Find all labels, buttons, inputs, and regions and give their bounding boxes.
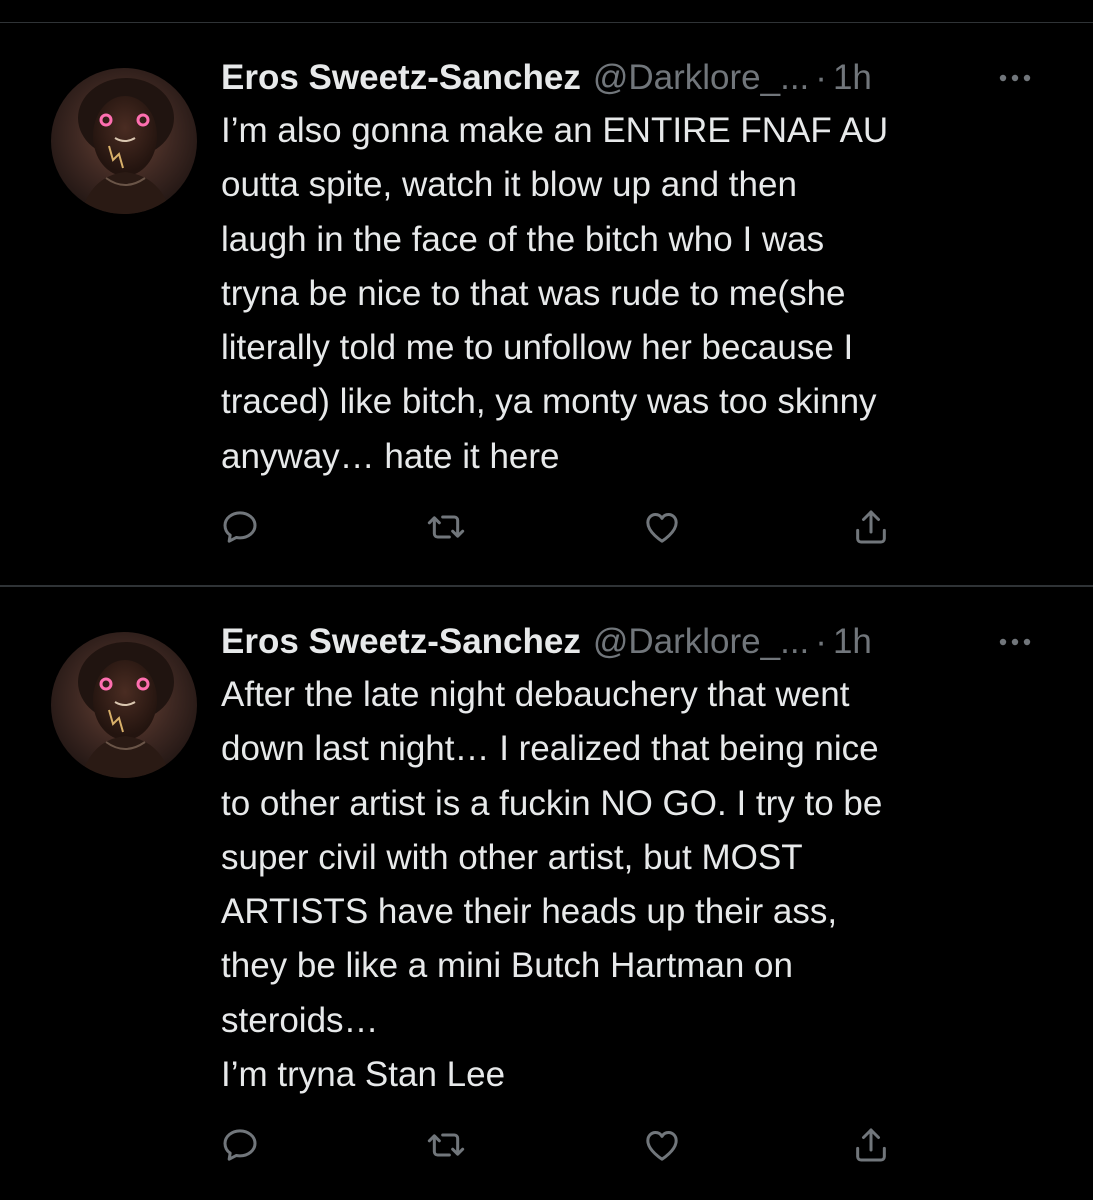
tweet[interactable]: Eros Sweetz-Sanchez @Darklore_... · 1h I… (0, 23, 1093, 585)
timestamp[interactable]: 1h (833, 620, 872, 664)
separator-dot: · (815, 622, 827, 661)
reply-icon[interactable] (217, 1122, 263, 1168)
tweet-text-line: steroids… (221, 1000, 379, 1040)
tweet-text-line: outta spite, watch it blow up and then (221, 165, 797, 205)
tweet-text-line: tryna be nice to that was rude to me(she (221, 273, 846, 313)
tweet[interactable]: Eros Sweetz-Sanchez @Darklore_... · 1h A… (0, 587, 1093, 1200)
tweet-text: I’m also gonna make an ENTIRE FNAF AU ou… (221, 104, 1051, 484)
reply-icon[interactable] (217, 504, 263, 550)
more-dots-icon[interactable] (995, 56, 1035, 100)
tweet-actions (221, 1122, 921, 1168)
share-icon[interactable] (848, 504, 894, 550)
tweet-text-line: I’m tryna Stan Lee (221, 1055, 506, 1095)
retweet-icon[interactable] (423, 504, 469, 550)
tweet-text-line: I’m also gonna make an ENTIRE FNAF AU (221, 111, 889, 150)
avatar-photo (51, 632, 197, 778)
more-dots-icon[interactable] (995, 620, 1035, 664)
tweet-text-line: they be like a mini Butch Hartman on (221, 946, 793, 986)
author-name[interactable]: Eros Sweetz-Sanchez (221, 56, 581, 100)
tweet-text-line: to other artist is a fuckin NO GO. I try… (221, 783, 883, 823)
like-icon[interactable] (639, 1122, 685, 1168)
share-icon[interactable] (848, 1122, 894, 1168)
tweet-text-line: traced) like bitch, ya monty was too ski… (221, 382, 877, 422)
retweet-icon[interactable] (423, 1122, 469, 1168)
like-icon[interactable] (639, 504, 685, 550)
tweet-header: Eros Sweetz-Sanchez @Darklore_... · 1h (221, 620, 1051, 664)
author-handle[interactable]: @Darklore_... (593, 620, 809, 664)
tweet-actions (221, 504, 921, 550)
separator-dot: · (815, 58, 827, 97)
author-handle[interactable]: @Darklore_... (593, 56, 809, 100)
avatar-photo (51, 68, 197, 214)
tweet-text-line: anyway… hate it here (221, 436, 560, 476)
tweet-text-line: ARTISTS have their heads up their ass, (221, 892, 838, 932)
tweet-text: After the late night debauchery that wen… (221, 668, 1051, 1102)
tweet-text-line: After the late night debauchery that wen… (221, 675, 850, 714)
avatar[interactable] (51, 632, 197, 778)
tweet-header: Eros Sweetz-Sanchez @Darklore_... · 1h (221, 56, 1051, 100)
tweet-text-line: literally told me to unfollow her becaus… (221, 328, 854, 368)
tweet-text-line: down last night… I realized that being n… (221, 729, 879, 769)
author-name[interactable]: Eros Sweetz-Sanchez (221, 620, 581, 664)
avatar[interactable] (51, 68, 197, 214)
tweet-text-line: laugh in the face of the bitch who I was (221, 219, 825, 259)
timestamp[interactable]: 1h (833, 56, 872, 100)
tweet-text-line: super civil with other artist, but MOST (221, 837, 803, 877)
